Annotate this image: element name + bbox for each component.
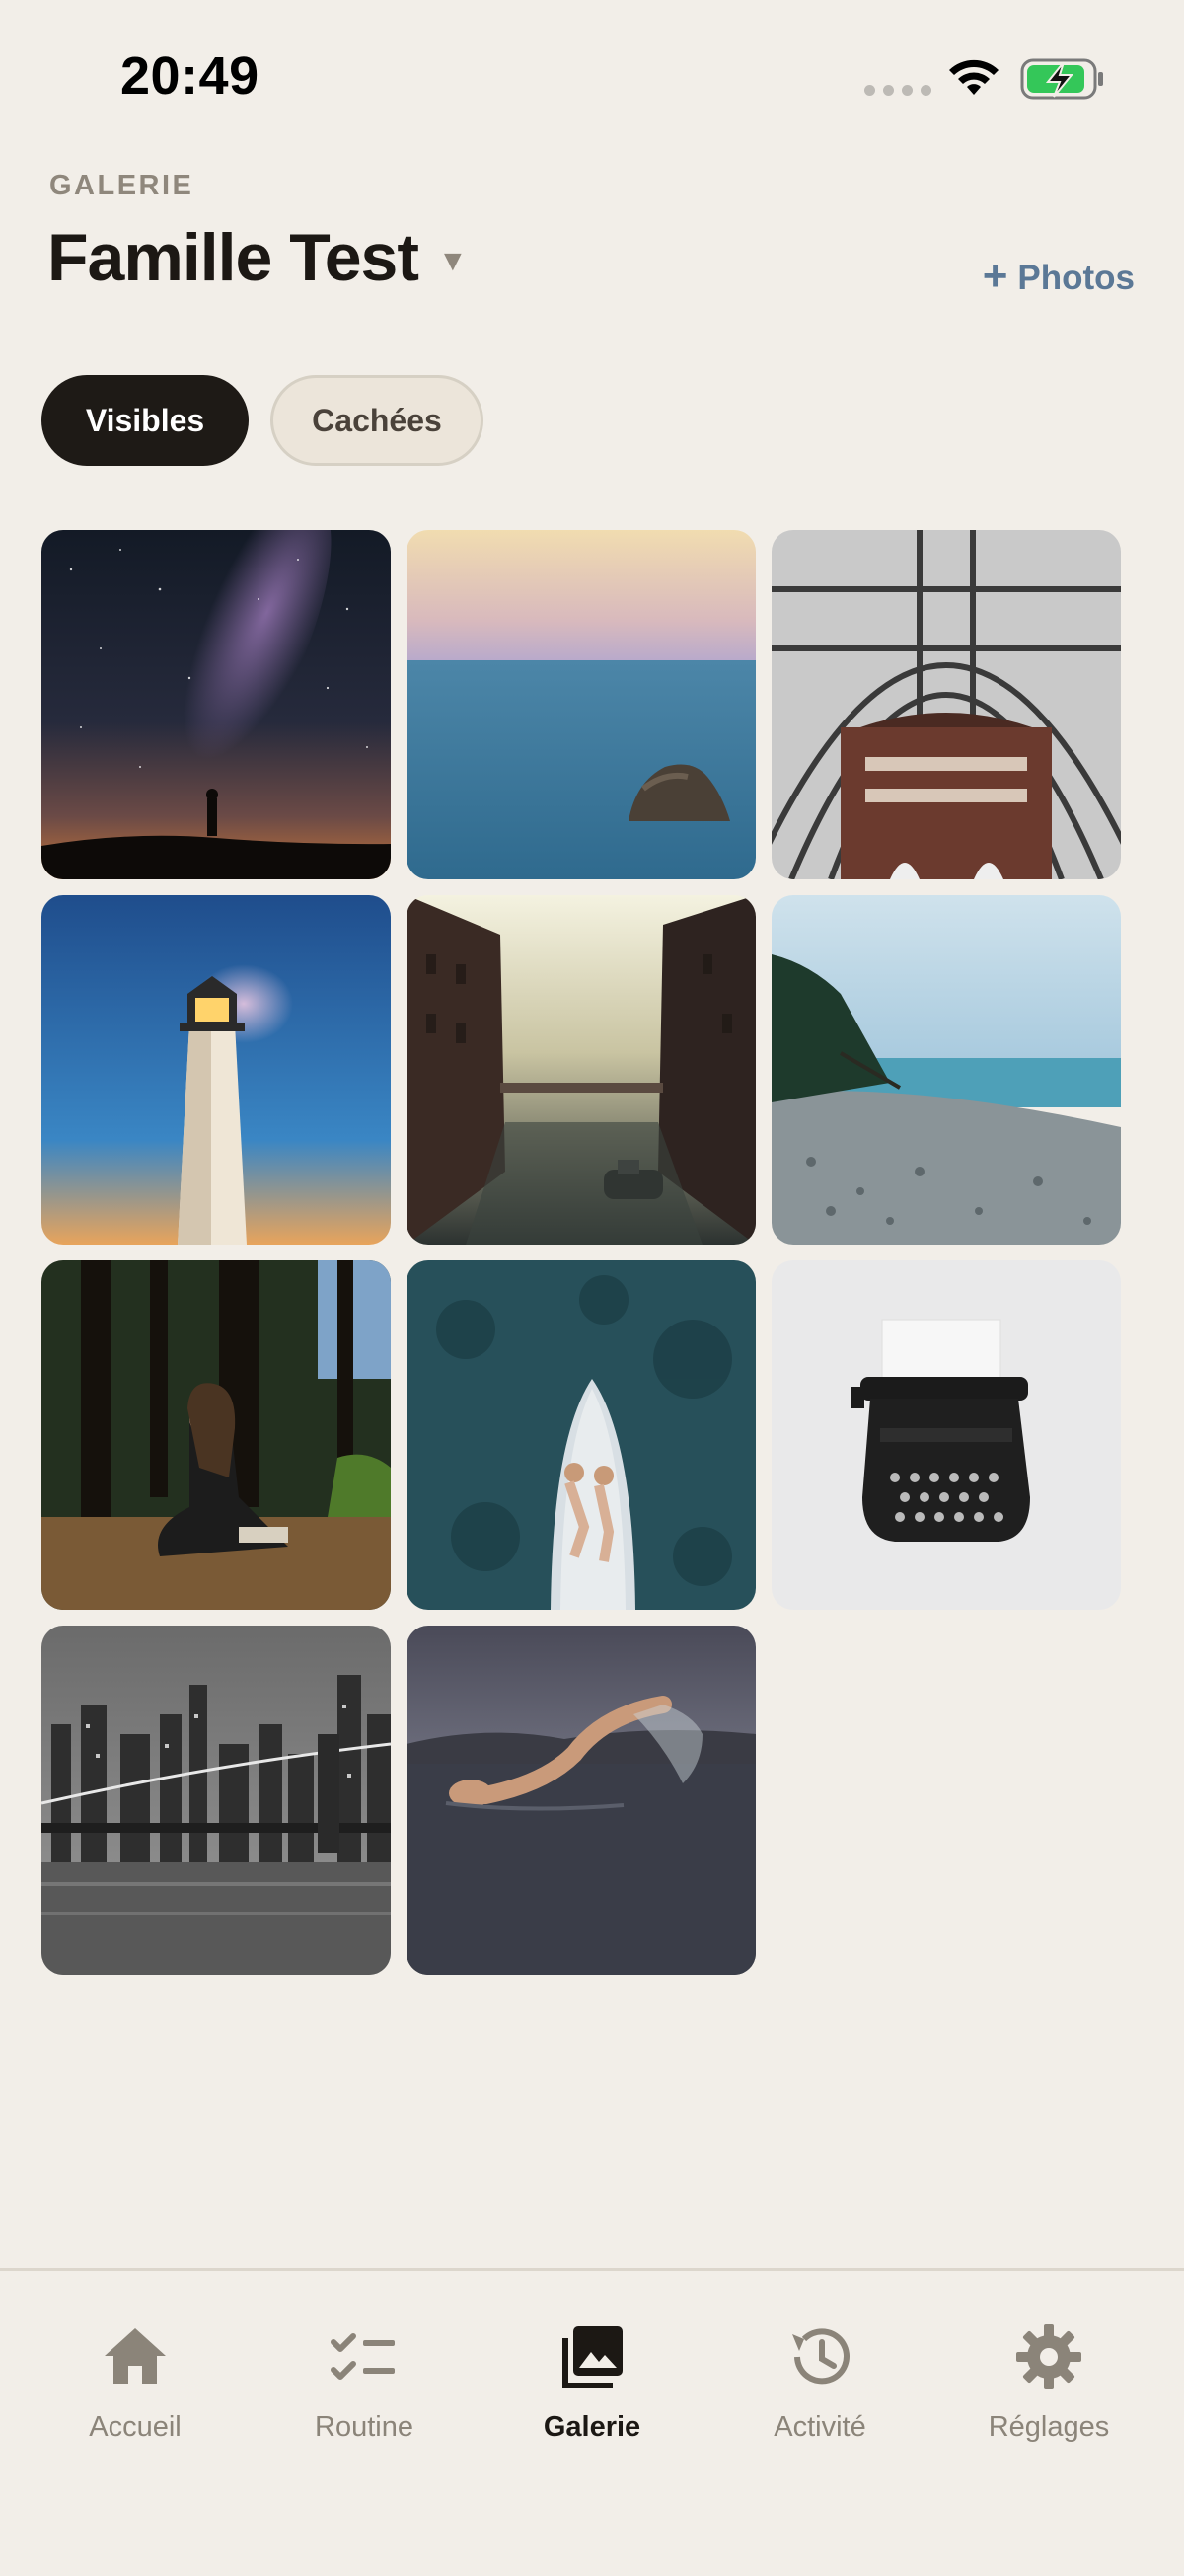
photo-thumbnail[interactable] — [41, 1626, 391, 1975]
add-photos-label: Photos — [1017, 259, 1135, 297]
tab-reglages[interactable]: Réglages — [934, 2320, 1163, 2444]
status-bar: 20:49 — [0, 0, 1184, 148]
section-eyebrow: GALERIE — [49, 170, 194, 201]
tab-galerie[interactable]: Galerie — [478, 2320, 706, 2444]
wifi-icon — [949, 59, 999, 95]
photo-thumbnail[interactable] — [407, 895, 756, 1245]
photo-thumbnail[interactable] — [407, 1626, 756, 1975]
home-icon — [105, 2328, 166, 2384]
status-time: 20:49 — [120, 46, 259, 106]
tab-accueil[interactable]: Accueil — [21, 2320, 250, 2444]
photo-thumbnail[interactable] — [772, 1260, 1121, 1610]
photo-thumbnail[interactable] — [41, 530, 391, 879]
lighthouse-photo — [41, 895, 391, 1245]
tab-bar: Accueil Routine Galerie Activité Réglage… — [0, 2268, 1184, 2576]
swimmer-photo — [407, 1626, 756, 1975]
photo-grid — [41, 530, 1121, 1975]
photo-thumbnail[interactable] — [407, 1260, 756, 1610]
cellular-signal-icon — [864, 85, 931, 96]
bridge-bw-photo — [41, 1626, 391, 1975]
filter-cachees-button[interactable]: Cachées — [270, 375, 483, 466]
family-selector[interactable]: Famille Test ▼ — [47, 219, 468, 296]
tab-routine[interactable]: Routine — [250, 2320, 479, 2444]
tab-galerie-label: Galerie — [543, 2411, 641, 2443]
photo-thumbnail[interactable] — [772, 895, 1121, 1245]
gallery-icon — [562, 2326, 623, 2388]
tab-routine-label: Routine — [315, 2411, 413, 2443]
photo-thumbnail[interactable] — [407, 530, 756, 879]
beach-photo — [772, 895, 1121, 1245]
gear-icon — [1016, 2324, 1081, 2389]
add-photos-button[interactable]: + Photos — [983, 255, 1135, 298]
page-title: Famille Test — [47, 220, 419, 295]
sea-rock-photo — [407, 530, 756, 879]
filter-visibles-button[interactable]: Visibles — [41, 375, 249, 466]
plus-icon: + — [982, 252, 1008, 300]
station-roof-photo — [772, 530, 1121, 879]
tab-activite-label: Activité — [774, 2411, 866, 2443]
tab-activite[interactable]: Activité — [705, 2320, 934, 2444]
typewriter-photo — [772, 1260, 1121, 1610]
checklist-icon — [331, 2333, 395, 2380]
tab-accueil-label: Accueil — [89, 2411, 182, 2443]
photo-thumbnail[interactable] — [41, 1260, 391, 1610]
tab-reglages-label: Réglages — [988, 2411, 1110, 2443]
photo-thumbnail[interactable] — [772, 530, 1121, 879]
milky-way-photo — [41, 530, 391, 879]
visibility-filter: Visibles Cachées — [41, 375, 483, 466]
boat-couple-photo — [407, 1260, 756, 1610]
history-icon — [792, 2328, 850, 2385]
forest-reading-photo — [41, 1260, 391, 1610]
photo-thumbnail[interactable] — [41, 895, 391, 1245]
canal-photo — [407, 895, 756, 1245]
battery-charging-icon — [1020, 58, 1103, 100]
chevron-down-icon: ▼ — [437, 245, 468, 277]
